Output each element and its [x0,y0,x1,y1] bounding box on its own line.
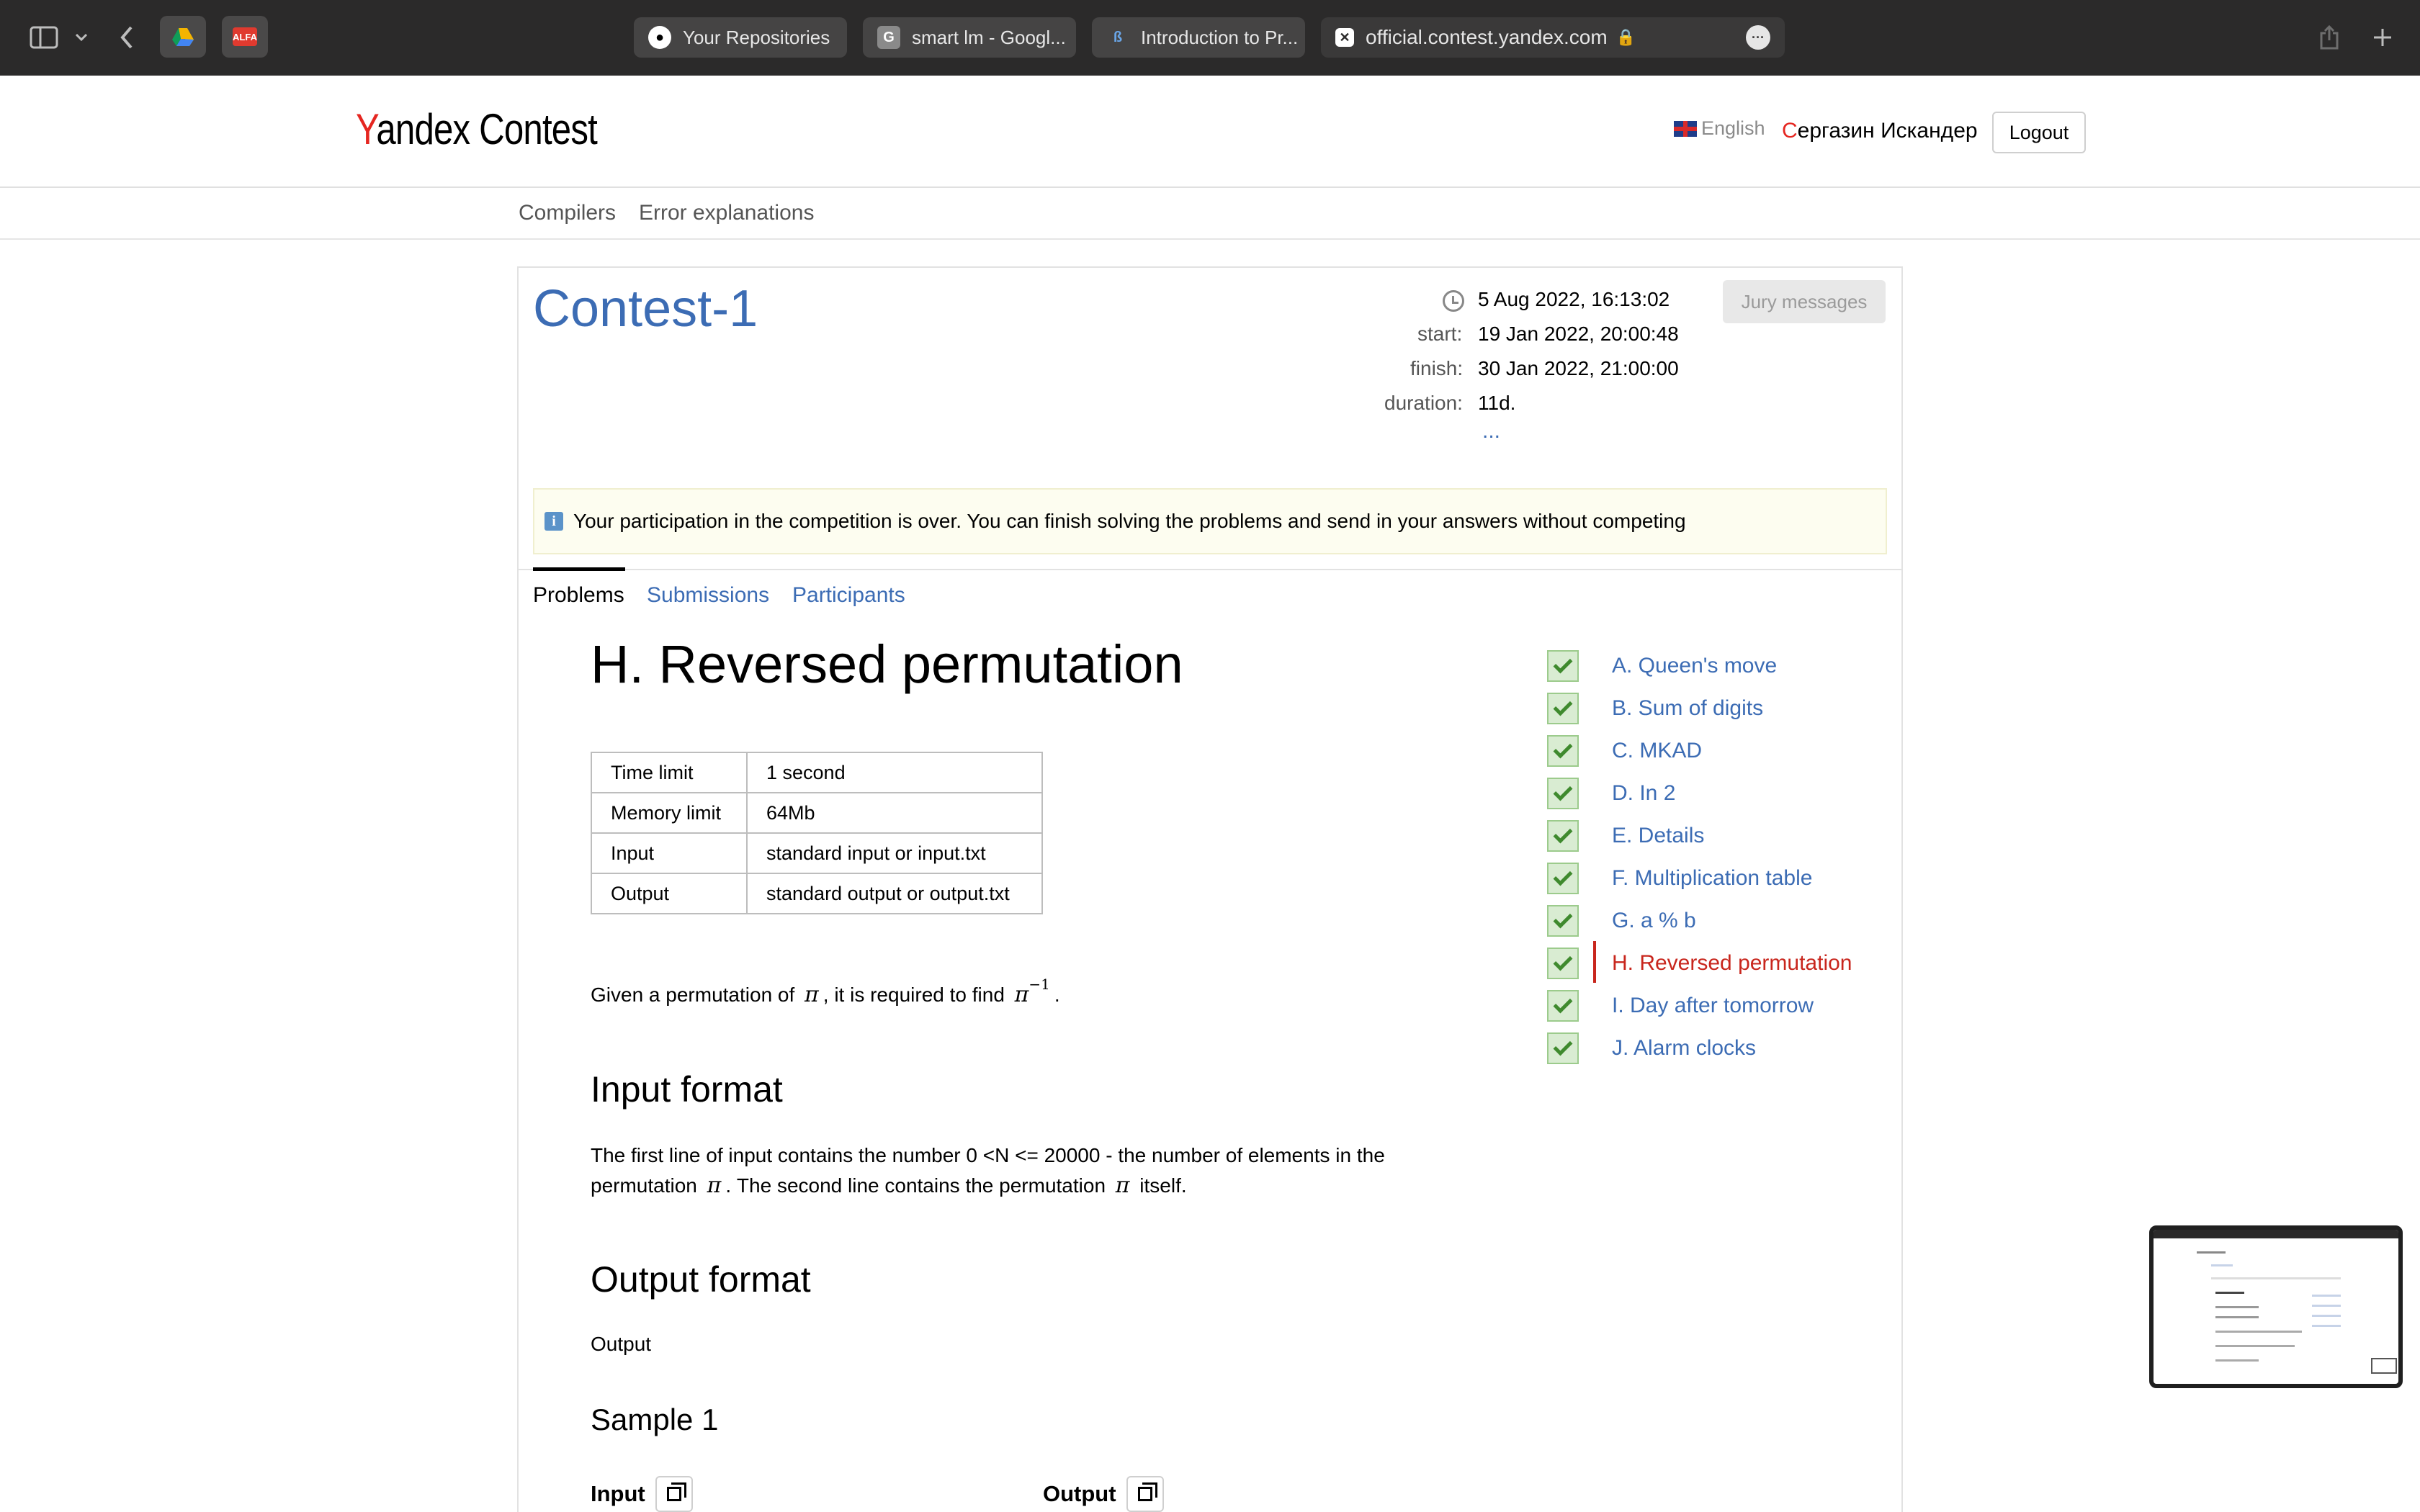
google-g-icon: G [877,26,900,49]
checkbox-checked-icon [1547,863,1579,894]
back-icon[interactable] [111,19,143,56]
list-item[interactable]: C. MKAD [1547,733,1878,769]
active-tab-indicator [533,567,625,571]
jury-messages-button[interactable]: Jury messages [1723,280,1886,323]
list-item-current[interactable]: H. Reversed permutation [1547,941,1878,983]
checkbox-checked-icon [1547,693,1579,724]
lock-icon: 🔒 [1615,28,1636,46]
contest-title[interactable]: Contest-1 [533,279,758,338]
compilers-link[interactable]: Compilers [519,201,616,225]
copy-icon [1137,1482,1157,1501]
current-problem-marker [1593,941,1596,983]
finish-label: finish: [1410,357,1464,379]
tab-introduction[interactable]: ß Introduction to Pr... [1092,17,1305,58]
language-selector[interactable]: English [1674,117,1765,140]
sample-input-label: Input [591,1476,693,1512]
screenshot-thumbnail[interactable] [2149,1225,2403,1388]
checkbox-checked-icon [1547,778,1579,809]
yandex-contest-logo[interactable]: Yandex Contest [356,104,598,154]
start-label: start: [1417,323,1463,345]
table-row: Output standard output or output.txt [591,873,1043,914]
start-value: 19 Jan 2022, 20:00:48 [1478,323,1679,345]
sample-heading: Sample 1 [591,1403,719,1436]
sidebar-toggle-icon[interactable] [26,19,62,56]
input-format-heading: Input format [591,1069,783,1110]
tab-your-repositories[interactable]: ● Your Repositories [634,17,847,58]
list-item[interactable]: J. Alarm clocks [1547,1030,1878,1066]
copy-output-button[interactable] [1126,1476,1164,1512]
table-row: Memory limit 64Mb [591,792,1043,834]
logout-button[interactable]: Logout [1992,112,2086,153]
list-item[interactable]: D. In 2 [1547,775,1878,811]
checkbox-checked-icon [1547,1032,1579,1064]
problem-statement: Given a permutation of π, it is required… [591,976,1060,1007]
limits-table: Time limit 1 second Memory limit 64Mb In… [591,752,1043,914]
table-row: Input standard input or input.txt [591,832,1043,874]
share-icon[interactable] [2315,19,2344,56]
duration-label: duration: [1384,392,1463,414]
list-item[interactable]: B. Sum of digits [1547,690,1878,726]
site-header: Yandex Contest English Сергазин Искандер… [0,76,2420,188]
chevron-down-icon[interactable] [69,19,94,56]
problem-title: H. Reversed permutation [591,634,1183,694]
google-drive-extension-icon[interactable] [160,16,206,58]
close-tab-icon[interactable]: ✕ [1335,28,1354,47]
copy-icon [666,1482,686,1501]
copy-input-button[interactable] [655,1476,693,1512]
checkbox-checked-icon [1547,905,1579,937]
error-explanations-link[interactable]: Error explanations [639,201,814,225]
list-item[interactable]: E. Details [1547,818,1878,854]
info-icon: i [544,512,563,531]
github-icon: ● [648,26,671,49]
output-format-text: Output [591,1333,652,1355]
list-item[interactable]: G. a % b [1547,903,1878,939]
alfa-extension-icon[interactable]: ALFA [222,16,268,58]
tabs-divider [517,569,1903,570]
more-info-link[interactable]: ... [1482,419,1500,444]
checkbox-checked-icon [1547,735,1579,767]
list-item[interactable]: I. Day after tomorrow [1547,988,1878,1024]
checkbox-checked-icon [1547,990,1579,1022]
document-icon: ß [1113,29,1123,45]
list-item[interactable]: A. Queen's move [1547,648,1878,684]
checkbox-checked-icon [1547,650,1579,682]
list-item[interactable]: F. Multiplication table [1547,860,1878,896]
current-time: 5 Aug 2022, 16:13:02 [1478,288,1670,310]
address-bar[interactable]: ✕ official.contest.yandex.com 🔒 ··· [1321,17,1785,58]
tab-problems[interactable]: Problems [533,583,624,608]
user-name[interactable]: Сергазин Искандер [1782,119,1978,143]
tab-smart-lm[interactable]: G smart lm - Googl... [863,17,1076,58]
participation-notice: i Your participation in the competition … [533,488,1887,554]
checkbox-checked-icon [1547,820,1579,852]
uk-flag-icon [1674,120,1697,137]
duration-value: 11d. [1478,392,1516,414]
tab-submissions[interactable]: Submissions [647,583,769,608]
output-format-heading: Output format [591,1259,811,1300]
new-tab-icon[interactable] [2368,19,2397,56]
input-format-text: The first line of input contains the num… [591,1144,1385,1198]
checkbox-checked-icon [1547,948,1579,979]
sample-output-label: Output [1043,1476,1164,1512]
more-options-icon[interactable]: ··· [1746,25,1770,50]
sub-navigation: Compilers Error explanations [0,188,2420,240]
tab-participants[interactable]: Participants [792,583,905,608]
clock-icon [1443,290,1464,312]
table-row: Time limit 1 second [591,752,1043,793]
browser-toolbar: ALFA ● Your Repositories G smart lm - Go… [0,0,2420,76]
finish-value: 30 Jan 2022, 21:00:00 [1478,357,1679,379]
